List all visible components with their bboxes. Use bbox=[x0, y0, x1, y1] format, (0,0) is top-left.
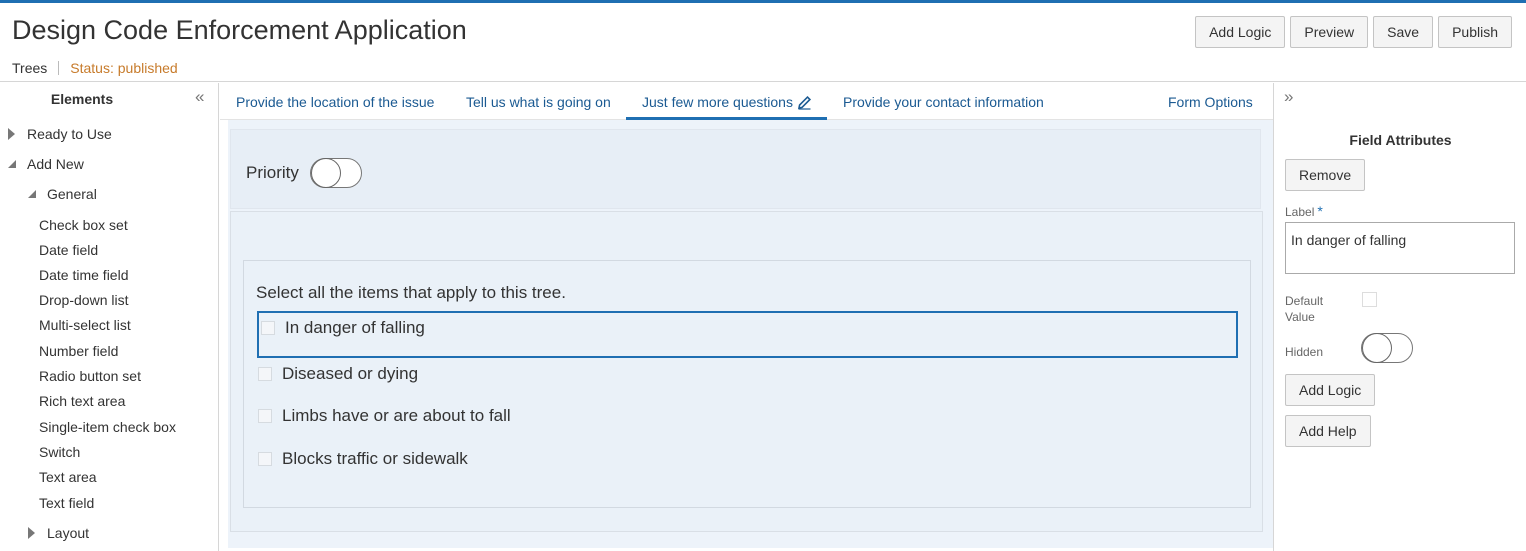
option-blocks-traffic[interactable]: Blocks traffic or sidewalk bbox=[258, 449, 468, 469]
option-label: In danger of falling bbox=[285, 318, 425, 337]
status-label: Status: published bbox=[70, 60, 178, 76]
label-input[interactable]: In danger of falling bbox=[1285, 222, 1515, 274]
default-value-caption: Default Value bbox=[1285, 293, 1323, 325]
option-diseased-or-dying[interactable]: Diseased or dying bbox=[258, 364, 418, 384]
tab-label: Just few more questions bbox=[642, 94, 793, 110]
add-help-button[interactable]: Add Help bbox=[1285, 415, 1371, 447]
collapse-arrow-icon bbox=[28, 190, 36, 198]
collapse-left-icon[interactable]: « bbox=[195, 87, 204, 107]
element-radio-button-set[interactable]: Radio button set bbox=[39, 368, 141, 384]
field-attributes-panel: » Field Attributes Remove Label * In dang… bbox=[1273, 83, 1526, 551]
question-label: Select all the items that apply to this … bbox=[256, 283, 566, 302]
tab-contact-information[interactable]: Provide your contact information bbox=[843, 94, 1044, 110]
switch-knob bbox=[1362, 333, 1392, 363]
panel-title: Field Attributes bbox=[1349, 132, 1452, 148]
element-switch[interactable]: Switch bbox=[39, 444, 80, 460]
form-options-link[interactable]: Form Options bbox=[1168, 94, 1253, 110]
app-title: Design Code Enforcement Application bbox=[12, 15, 467, 45]
page-tabs: Provide the location of the issue Tell u… bbox=[220, 83, 1273, 120]
elements-sidebar: Elements « Ready to Use Add New General … bbox=[0, 83, 219, 551]
question-section: Select all the items that apply to this … bbox=[230, 211, 1263, 532]
default-caption-line-2: Value bbox=[1285, 310, 1315, 324]
tree-node-layout[interactable]: Layout bbox=[28, 525, 89, 541]
element-number-field[interactable]: Number field bbox=[39, 343, 118, 359]
tree-node-add-new[interactable]: Add New bbox=[8, 156, 84, 172]
hidden-caption: Hidden bbox=[1285, 345, 1324, 359]
priority-switch[interactable] bbox=[310, 158, 362, 188]
expand-arrow-icon bbox=[8, 128, 15, 140]
add-logic-button[interactable]: Add Logic bbox=[1195, 16, 1286, 48]
header-toolbar: Add Logic Preview Save Publish bbox=[1195, 16, 1512, 48]
breadcrumb[interactable]: Trees bbox=[12, 60, 47, 76]
form-designer: Provide the location of the issue Tell u… bbox=[220, 83, 1273, 551]
element-text-area[interactable]: Text area bbox=[39, 469, 97, 485]
preview-button[interactable]: Preview bbox=[1290, 16, 1369, 48]
element-rich-text-area[interactable]: Rich text area bbox=[39, 393, 125, 409]
app-meta: Trees Status: published bbox=[12, 60, 178, 76]
tab-few-more-questions[interactable]: Just few more questions bbox=[642, 94, 812, 113]
form-canvas: Priority Select all the items that apply… bbox=[228, 120, 1273, 548]
tab-location[interactable]: Provide the location of the issue bbox=[236, 94, 434, 110]
required-marker: * bbox=[1317, 203, 1323, 219]
element-date-time-field[interactable]: Date time field bbox=[39, 267, 128, 283]
checkbox[interactable] bbox=[261, 321, 275, 335]
option-label: Limbs have or are about to fall bbox=[282, 406, 511, 425]
tree-node-ready-to-use[interactable]: Ready to Use bbox=[8, 126, 112, 142]
switch-knob bbox=[311, 158, 341, 188]
element-check-box-set[interactable]: Check box set bbox=[39, 217, 128, 233]
save-button[interactable]: Save bbox=[1373, 16, 1434, 48]
tab-what-is-going-on[interactable]: Tell us what is going on bbox=[466, 94, 611, 110]
default-value-checkbox[interactable] bbox=[1362, 292, 1377, 307]
checkbox[interactable] bbox=[258, 409, 272, 423]
remove-button[interactable]: Remove bbox=[1285, 159, 1366, 191]
publish-button[interactable]: Publish bbox=[1438, 16, 1512, 48]
add-logic-field-button[interactable]: Add Logic bbox=[1285, 374, 1376, 406]
priority-label: Priority bbox=[246, 163, 299, 182]
checkbox-set-field[interactable]: Select all the items that apply to this … bbox=[243, 260, 1251, 508]
option-in-danger-of-falling[interactable]: In danger of falling bbox=[261, 318, 425, 338]
element-text-field[interactable]: Text field bbox=[39, 495, 94, 511]
element-date-field[interactable]: Date field bbox=[39, 242, 98, 258]
tree-node-label: Ready to Use bbox=[27, 126, 112, 142]
element-drop-down-list[interactable]: Drop-down list bbox=[39, 292, 128, 308]
default-caption-line-1: Default bbox=[1285, 294, 1324, 308]
tree-node-label: Add New bbox=[27, 156, 84, 172]
pencil-icon[interactable] bbox=[797, 95, 812, 113]
priority-section[interactable]: Priority bbox=[230, 129, 1261, 209]
sidebar-title: Elements bbox=[50, 91, 114, 107]
collapse-arrow-icon bbox=[8, 160, 16, 168]
option-limbs-about-to-fall[interactable]: Limbs have or are about to fall bbox=[258, 406, 511, 426]
checkbox[interactable] bbox=[258, 452, 272, 466]
tree-node-label: Layout bbox=[47, 525, 90, 541]
meta-divider bbox=[58, 61, 60, 75]
expand-arrow-icon bbox=[28, 527, 35, 539]
tree-node-label: General bbox=[47, 186, 97, 202]
expand-right-icon[interactable]: » bbox=[1284, 87, 1293, 107]
label-caption: Label * bbox=[1285, 203, 1323, 219]
option-label: Blocks traffic or sidewalk bbox=[282, 449, 468, 468]
app-header: Design Code Enforcement Application Tree… bbox=[0, 3, 1526, 82]
element-single-item-check-box[interactable]: Single-item check box bbox=[39, 419, 176, 435]
option-label: Diseased or dying bbox=[282, 364, 419, 383]
element-multi-select-list[interactable]: Multi-select list bbox=[39, 317, 131, 333]
checkbox[interactable] bbox=[258, 367, 272, 381]
label-caption-text: Label bbox=[1285, 205, 1315, 219]
hidden-switch[interactable] bbox=[1361, 333, 1413, 363]
tree-node-general[interactable]: General bbox=[28, 186, 97, 202]
